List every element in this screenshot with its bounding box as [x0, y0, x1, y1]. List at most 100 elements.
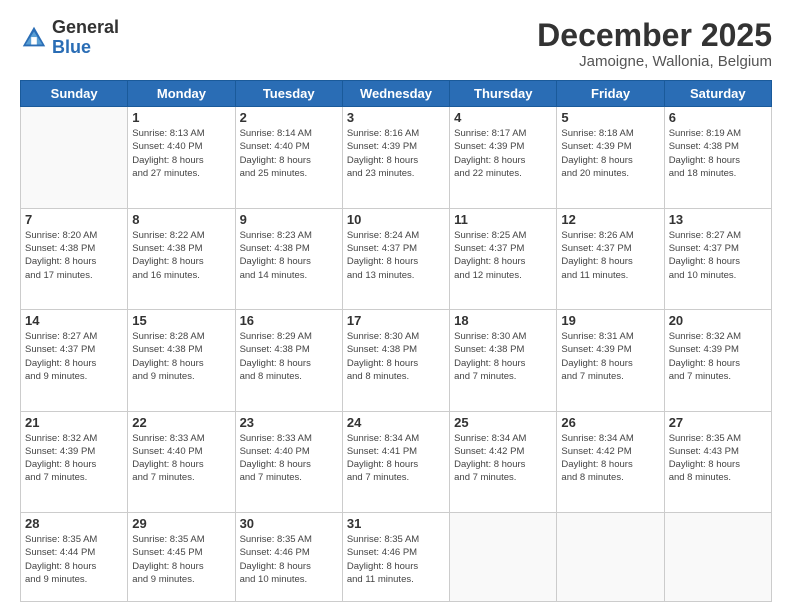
- logo-text: General Blue: [52, 18, 119, 58]
- day-info: Sunrise: 8:18 AM Sunset: 4:39 PM Dayligh…: [561, 127, 659, 180]
- day-number: 31: [347, 516, 445, 531]
- calendar-cell: 20 Sunrise: 8:32 AM Sunset: 4:39 PM Dayli…: [664, 310, 771, 411]
- calendar-cell: 16 Sunrise: 8:29 AM Sunset: 4:38 PM Dayli…: [235, 310, 342, 411]
- column-header-saturday: Saturday: [664, 81, 771, 107]
- day-number: 10: [347, 212, 445, 227]
- calendar-cell: 27Sunrise: 8:35 AM Sunset: 4:43 PM Dayli…: [664, 411, 771, 512]
- calendar-cell: 4Sunrise: 8:17 AM Sunset: 4:39 PM Daylig…: [450, 107, 557, 208]
- calendar-week-row: 1 Sunrise: 8:13 AM Sunset: 4:40 PM Daylig…: [21, 107, 772, 208]
- day-info: Sunrise: 8:22 AM Sunset: 4:38 PM Dayligh…: [132, 229, 230, 282]
- calendar-week-row: 21Sunrise: 8:32 AM Sunset: 4:39 PM Dayli…: [21, 411, 772, 512]
- day-number: 6: [669, 110, 767, 125]
- calendar-cell: 15 Sunrise: 8:28 AM Sunset: 4:38 PM Dayli…: [128, 310, 235, 411]
- day-number: 23: [240, 415, 338, 430]
- calendar-cell: 19Sunrise: 8:31 AM Sunset: 4:39 PM Dayli…: [557, 310, 664, 411]
- day-number: 17: [347, 313, 445, 328]
- calendar-cell: 14Sunrise: 8:27 AM Sunset: 4:37 PM Dayli…: [21, 310, 128, 411]
- calendar-cell: 7 Sunrise: 8:20 AM Sunset: 4:38 PM Daylig…: [21, 208, 128, 309]
- day-info: Sunrise: 8:20 AM Sunset: 4:38 PM Dayligh…: [25, 229, 123, 282]
- calendar-cell: 22Sunrise: 8:33 AM Sunset: 4:40 PM Dayli…: [128, 411, 235, 512]
- day-info: Sunrise: 8:30 AM Sunset: 4:38 PM Dayligh…: [454, 330, 552, 383]
- calendar-cell: [664, 513, 771, 602]
- calendar-cell: 3Sunrise: 8:16 AM Sunset: 4:39 PM Daylig…: [342, 107, 449, 208]
- location: Jamoigne, Wallonia, Belgium: [537, 53, 772, 70]
- day-info: Sunrise: 8:32 AM Sunset: 4:39 PM Dayligh…: [669, 330, 767, 383]
- day-info: Sunrise: 8:34 AM Sunset: 4:42 PM Dayligh…: [561, 432, 659, 485]
- page: General Blue December 2025 Jamoigne, Wal…: [0, 0, 792, 612]
- day-info: Sunrise: 8:35 AM Sunset: 4:45 PM Dayligh…: [132, 533, 230, 586]
- calendar-week-row: 7 Sunrise: 8:20 AM Sunset: 4:38 PM Daylig…: [21, 208, 772, 309]
- day-info: Sunrise: 8:27 AM Sunset: 4:37 PM Dayligh…: [669, 229, 767, 282]
- calendar-cell: 29 Sunrise: 8:35 AM Sunset: 4:45 PM Dayli…: [128, 513, 235, 602]
- day-number: 26: [561, 415, 659, 430]
- calendar-cell: [557, 513, 664, 602]
- calendar-cell: 18 Sunrise: 8:30 AM Sunset: 4:38 PM Dayli…: [450, 310, 557, 411]
- day-number: 19: [561, 313, 659, 328]
- column-header-sunday: Sunday: [21, 81, 128, 107]
- day-number: 9: [240, 212, 338, 227]
- calendar-cell: 17 Sunrise: 8:30 AM Sunset: 4:38 PM Dayli…: [342, 310, 449, 411]
- title-block: December 2025 Jamoigne, Wallonia, Belgiu…: [537, 18, 772, 70]
- day-number: 12: [561, 212, 659, 227]
- calendar-cell: 9 Sunrise: 8:23 AM Sunset: 4:38 PM Daylig…: [235, 208, 342, 309]
- calendar-cell: 5 Sunrise: 8:18 AM Sunset: 4:39 PM Daylig…: [557, 107, 664, 208]
- column-header-thursday: Thursday: [450, 81, 557, 107]
- day-number: 2: [240, 110, 338, 125]
- day-number: 8: [132, 212, 230, 227]
- calendar-week-row: 14Sunrise: 8:27 AM Sunset: 4:37 PM Dayli…: [21, 310, 772, 411]
- calendar-cell: 30 Sunrise: 8:35 AM Sunset: 4:46 PM Dayli…: [235, 513, 342, 602]
- calendar-cell: 24Sunrise: 8:34 AM Sunset: 4:41 PM Dayli…: [342, 411, 449, 512]
- calendar-cell: 26 Sunrise: 8:34 AM Sunset: 4:42 PM Dayli…: [557, 411, 664, 512]
- column-header-wednesday: Wednesday: [342, 81, 449, 107]
- day-info: Sunrise: 8:23 AM Sunset: 4:38 PM Dayligh…: [240, 229, 338, 282]
- header: General Blue December 2025 Jamoigne, Wal…: [20, 18, 772, 70]
- day-info: Sunrise: 8:27 AM Sunset: 4:37 PM Dayligh…: [25, 330, 123, 383]
- logo-icon: [20, 24, 48, 52]
- calendar-cell: 8 Sunrise: 8:22 AM Sunset: 4:38 PM Daylig…: [128, 208, 235, 309]
- day-number: 18: [454, 313, 552, 328]
- logo: General Blue: [20, 18, 119, 58]
- day-info: Sunrise: 8:24 AM Sunset: 4:37 PM Dayligh…: [347, 229, 445, 282]
- day-number: 1: [132, 110, 230, 125]
- day-info: Sunrise: 8:25 AM Sunset: 4:37 PM Dayligh…: [454, 229, 552, 282]
- day-number: 21: [25, 415, 123, 430]
- day-number: 22: [132, 415, 230, 430]
- day-info: Sunrise: 8:13 AM Sunset: 4:40 PM Dayligh…: [132, 127, 230, 180]
- day-info: Sunrise: 8:29 AM Sunset: 4:38 PM Dayligh…: [240, 330, 338, 383]
- day-info: Sunrise: 8:14 AM Sunset: 4:40 PM Dayligh…: [240, 127, 338, 180]
- logo-general: General: [52, 17, 119, 37]
- day-info: Sunrise: 8:35 AM Sunset: 4:46 PM Dayligh…: [240, 533, 338, 586]
- day-info: Sunrise: 8:30 AM Sunset: 4:38 PM Dayligh…: [347, 330, 445, 383]
- day-number: 16: [240, 313, 338, 328]
- month-title: December 2025: [537, 18, 772, 53]
- day-number: 30: [240, 516, 338, 531]
- day-info: Sunrise: 8:34 AM Sunset: 4:41 PM Dayligh…: [347, 432, 445, 485]
- day-number: 11: [454, 212, 552, 227]
- column-header-monday: Monday: [128, 81, 235, 107]
- calendar-cell: [21, 107, 128, 208]
- day-number: 20: [669, 313, 767, 328]
- calendar-cell: 2 Sunrise: 8:14 AM Sunset: 4:40 PM Daylig…: [235, 107, 342, 208]
- day-info: Sunrise: 8:26 AM Sunset: 4:37 PM Dayligh…: [561, 229, 659, 282]
- day-number: 13: [669, 212, 767, 227]
- calendar-cell: 1 Sunrise: 8:13 AM Sunset: 4:40 PM Daylig…: [128, 107, 235, 208]
- calendar-table: SundayMondayTuesdayWednesdayThursdayFrid…: [20, 80, 772, 602]
- calendar-cell: 10 Sunrise: 8:24 AM Sunset: 4:37 PM Dayli…: [342, 208, 449, 309]
- day-number: 15: [132, 313, 230, 328]
- column-header-friday: Friday: [557, 81, 664, 107]
- day-number: 7: [25, 212, 123, 227]
- day-info: Sunrise: 8:28 AM Sunset: 4:38 PM Dayligh…: [132, 330, 230, 383]
- day-info: Sunrise: 8:17 AM Sunset: 4:39 PM Dayligh…: [454, 127, 552, 180]
- day-info: Sunrise: 8:35 AM Sunset: 4:43 PM Dayligh…: [669, 432, 767, 485]
- day-number: 29: [132, 516, 230, 531]
- day-number: 25: [454, 415, 552, 430]
- calendar-cell: 31 Sunrise: 8:35 AM Sunset: 4:46 PM Dayli…: [342, 513, 449, 602]
- calendar-cell: [450, 513, 557, 602]
- day-number: 5: [561, 110, 659, 125]
- day-info: Sunrise: 8:35 AM Sunset: 4:46 PM Dayligh…: [347, 533, 445, 586]
- calendar-week-row: 28Sunrise: 8:35 AM Sunset: 4:44 PM Dayli…: [21, 513, 772, 602]
- calendar-cell: 21Sunrise: 8:32 AM Sunset: 4:39 PM Dayli…: [21, 411, 128, 512]
- calendar-cell: 25Sunrise: 8:34 AM Sunset: 4:42 PM Dayli…: [450, 411, 557, 512]
- day-info: Sunrise: 8:35 AM Sunset: 4:44 PM Dayligh…: [25, 533, 123, 586]
- day-info: Sunrise: 8:19 AM Sunset: 4:38 PM Dayligh…: [669, 127, 767, 180]
